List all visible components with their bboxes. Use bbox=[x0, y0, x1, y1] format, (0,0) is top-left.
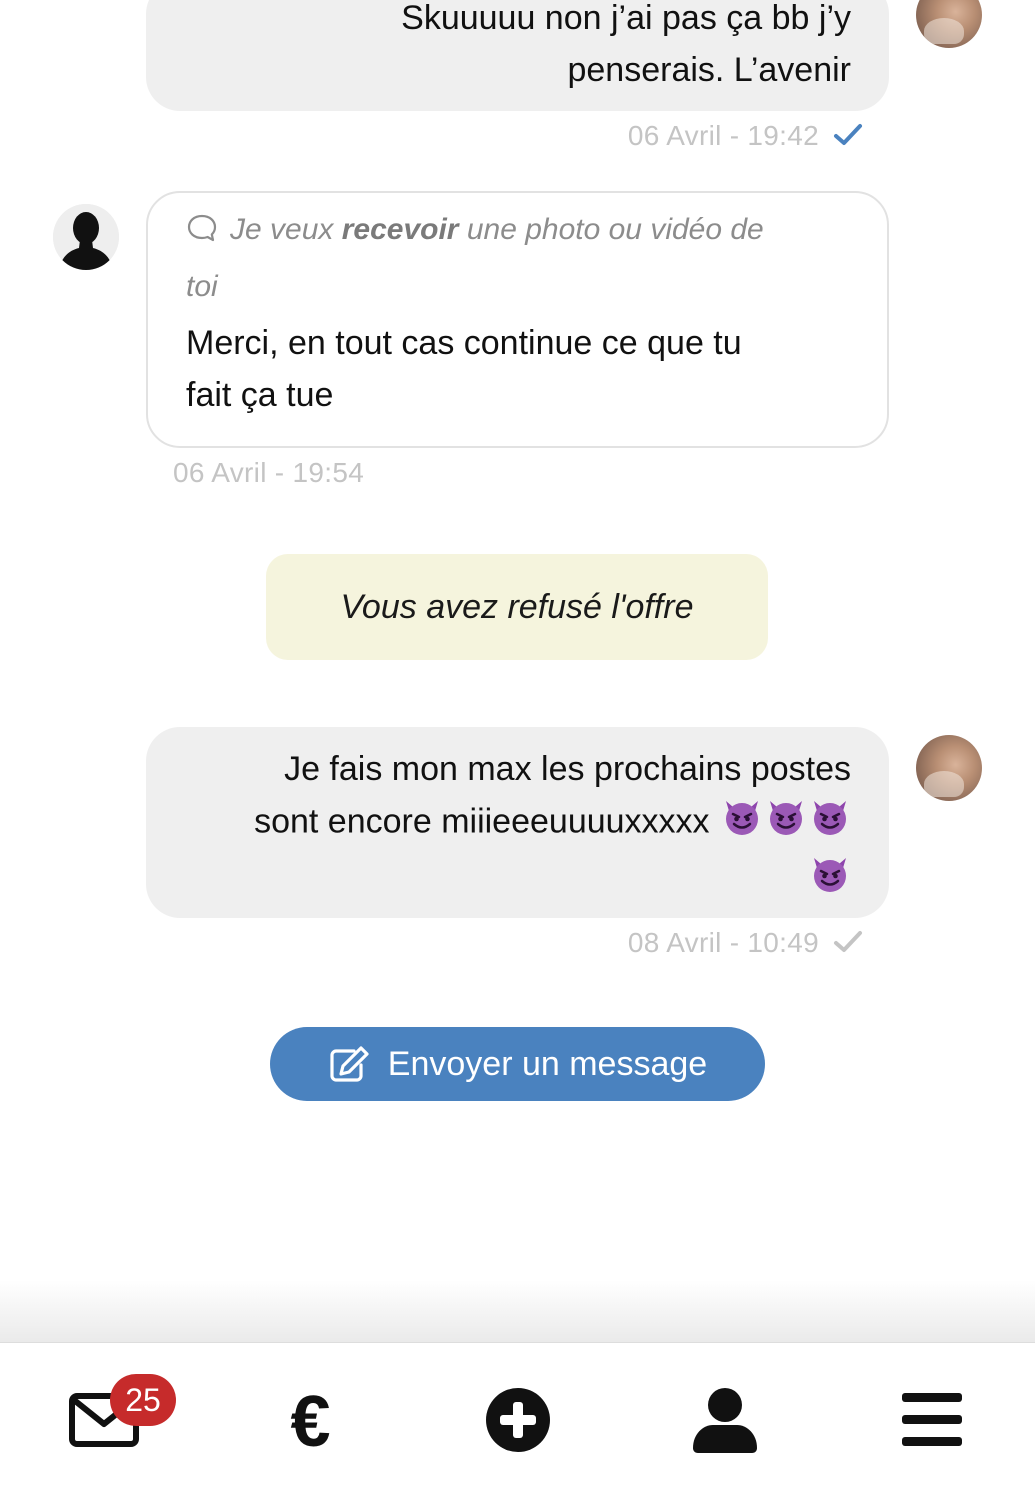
smiling-imp-emoji-icon bbox=[721, 795, 763, 852]
message-text: sont encore miiieeeuuuuxxxxx bbox=[254, 802, 710, 841]
sent-check-icon bbox=[833, 929, 863, 961]
smiling-imp-emoji-icon bbox=[809, 852, 851, 909]
quote-bold: recevoir bbox=[341, 213, 459, 246]
send-message-button[interactable]: Envoyer un message bbox=[270, 1027, 765, 1101]
timestamp-text: 08 Avril - 10:49 bbox=[627, 927, 819, 958]
nav-menu[interactable] bbox=[828, 1343, 1035, 1501]
timestamp-text: 06 Avril - 19:42 bbox=[627, 120, 819, 151]
message-text-line: penserais. L’avenir bbox=[567, 51, 851, 89]
euro-icon: € bbox=[290, 1382, 331, 1462]
unread-count-badge: 25 bbox=[110, 1374, 176, 1426]
nav-messages[interactable]: 25 bbox=[0, 1343, 207, 1501]
person-silhouette-icon bbox=[53, 204, 119, 270]
contact-avatar[interactable] bbox=[53, 204, 119, 270]
offer-declined-notice: Vous avez refusé l'offre bbox=[266, 554, 768, 660]
nav-profile[interactable] bbox=[621, 1343, 828, 1501]
read-check-icon bbox=[833, 122, 863, 154]
quote-suffix: une photo ou vidéo de bbox=[458, 213, 764, 246]
smiling-imp-emoji-icon bbox=[765, 795, 807, 852]
message-text-line: fait ça tue bbox=[186, 376, 334, 414]
my-avatar[interactable] bbox=[916, 0, 982, 48]
smiling-imp-emoji-icon bbox=[809, 795, 851, 852]
user-icon bbox=[691, 1386, 759, 1459]
edit-icon bbox=[328, 1045, 370, 1083]
message-timestamp: 08 Avril - 10:49 bbox=[628, 927, 863, 961]
message-text-line: Skuuuuu non j’ai pas ça bb j’y bbox=[401, 0, 851, 37]
message-text-line: sont encore miiieeeuuuuxxxxx bbox=[184, 795, 851, 852]
quote-prefix: Je veux bbox=[230, 213, 342, 246]
bottom-navigation: 25 € bbox=[0, 1342, 1035, 1501]
message-bubble-sent: Skuuuuu non j’ai pas ça bb j’y penserais… bbox=[146, 0, 889, 111]
menu-icon bbox=[901, 1392, 962, 1452]
message-text-line: Merci, en tout cas continue ce que tu bbox=[186, 324, 742, 362]
plus-circle-icon bbox=[485, 1387, 551, 1458]
message-bubble-received: Je veux recevoir une photo ou vidéo de t… bbox=[146, 191, 889, 448]
chat-bubble-icon bbox=[186, 207, 218, 260]
nav-shadow bbox=[0, 1280, 1035, 1342]
message-timestamp: 06 Avril - 19:54 bbox=[173, 457, 365, 488]
offer-request-quote: Je veux recevoir une photo ou vidéo de bbox=[186, 203, 849, 260]
message-timestamp: 06 Avril - 19:42 bbox=[628, 120, 863, 154]
message-text-line bbox=[184, 852, 851, 909]
nav-create[interactable] bbox=[414, 1343, 621, 1501]
my-avatar[interactable] bbox=[916, 735, 982, 801]
nav-earnings[interactable]: € bbox=[207, 1343, 414, 1501]
message-bubble-sent: Je fais mon max les prochains postes son… bbox=[146, 727, 889, 918]
send-message-label: Envoyer un message bbox=[387, 1044, 708, 1083]
message-text-line: Je fais mon max les prochains postes bbox=[284, 750, 851, 788]
quote-line-2: toi bbox=[186, 270, 218, 303]
